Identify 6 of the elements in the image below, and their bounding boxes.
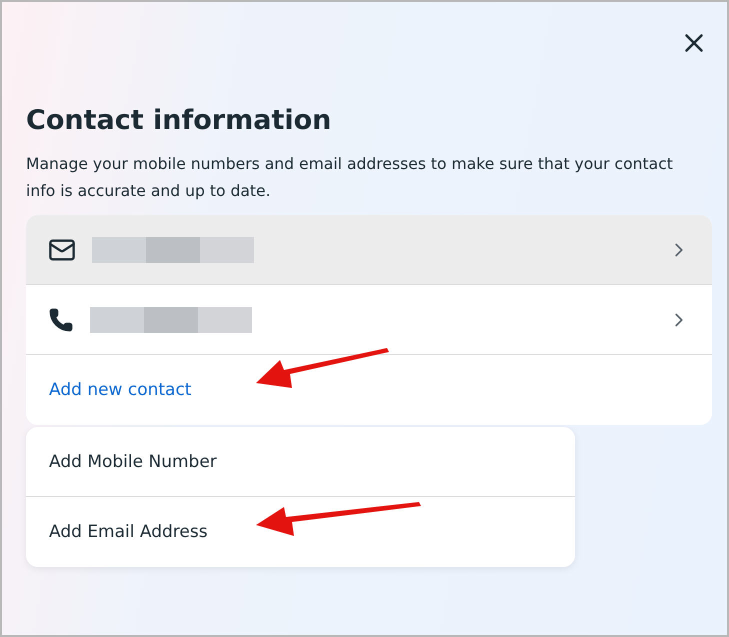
phone-icon (48, 306, 74, 332)
dialog-title: Contact information (26, 104, 332, 138)
menu-item[interactable]: Add Email Address (26, 497, 575, 567)
menu-item[interactable]: Add Mobile Number (26, 427, 575, 497)
dialog-description: Manage your mobile numbers and email addresses to make sure that your contact info is accurate and up to date. (26, 154, 674, 202)
contact-row[interactable] (26, 215, 712, 285)
